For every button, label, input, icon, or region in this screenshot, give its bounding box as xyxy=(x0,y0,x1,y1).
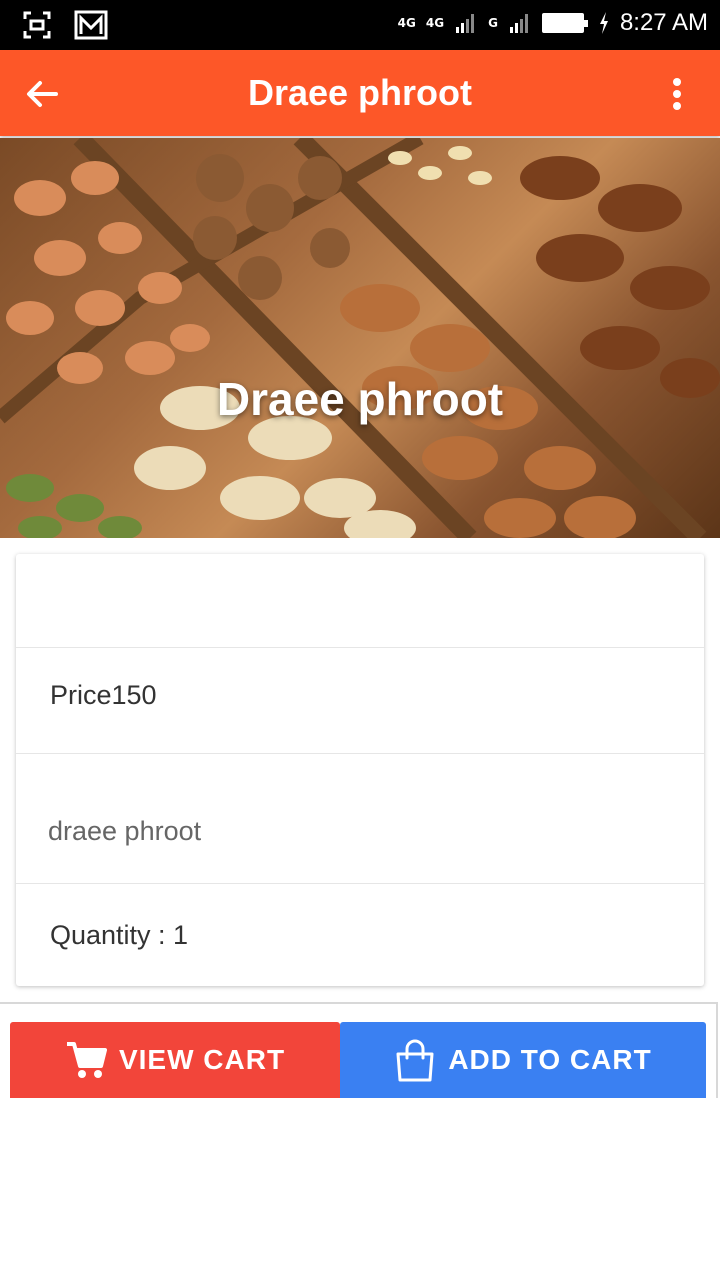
view-cart-button[interactable]: VIEW CART xyxy=(10,1022,340,1098)
volte-label: 4G xyxy=(397,16,416,30)
status-bar: 4G 4G G 8:27 AM xyxy=(0,0,720,50)
screenshot-icon xyxy=(23,11,51,39)
more-vert-icon[interactable] xyxy=(672,78,682,110)
hero-title: Draee phroot xyxy=(216,373,504,425)
quantity-row[interactable]: Quantity : 1 xyxy=(16,884,704,986)
signal-icon xyxy=(509,14,528,33)
price-row: Price150 xyxy=(16,648,704,754)
app-bar: Draee phroot xyxy=(0,50,720,136)
view-cart-label: VIEW CART xyxy=(118,1044,286,1075)
charging-icon xyxy=(599,12,608,34)
description-text: draee phroot xyxy=(48,816,202,846)
status-bar-left xyxy=(22,10,108,40)
card-header-row xyxy=(16,554,704,648)
price-text: Price150 xyxy=(50,680,157,710)
product-detail-card: Price150 draee phroot Quantity : 1 xyxy=(16,554,704,986)
page-title: Draee phroot xyxy=(247,72,473,113)
status-bar-right: 4G 4G G 8:27 AM xyxy=(398,8,708,38)
shopping-cart-icon xyxy=(66,1042,107,1078)
network-type-2: G xyxy=(488,16,498,30)
divider xyxy=(716,1002,718,1098)
add-to-cart-label: ADD TO CART xyxy=(448,1044,652,1075)
description-row: draee phroot xyxy=(16,754,704,884)
quantity-text: Quantity : 1 xyxy=(50,920,189,950)
signal-icon xyxy=(456,14,475,33)
add-to-cart-button[interactable]: ADD TO CART xyxy=(340,1022,706,1098)
network-type-1: 4G xyxy=(425,16,445,30)
battery-icon xyxy=(541,13,588,33)
shopping-bag-icon xyxy=(396,1039,434,1082)
dried-fruits-illustration xyxy=(0,138,720,538)
status-time: 8:27 AM xyxy=(619,9,708,36)
gmail-icon xyxy=(74,10,108,40)
divider xyxy=(0,1002,718,1004)
product-hero-image: Draee phroot xyxy=(0,138,720,538)
